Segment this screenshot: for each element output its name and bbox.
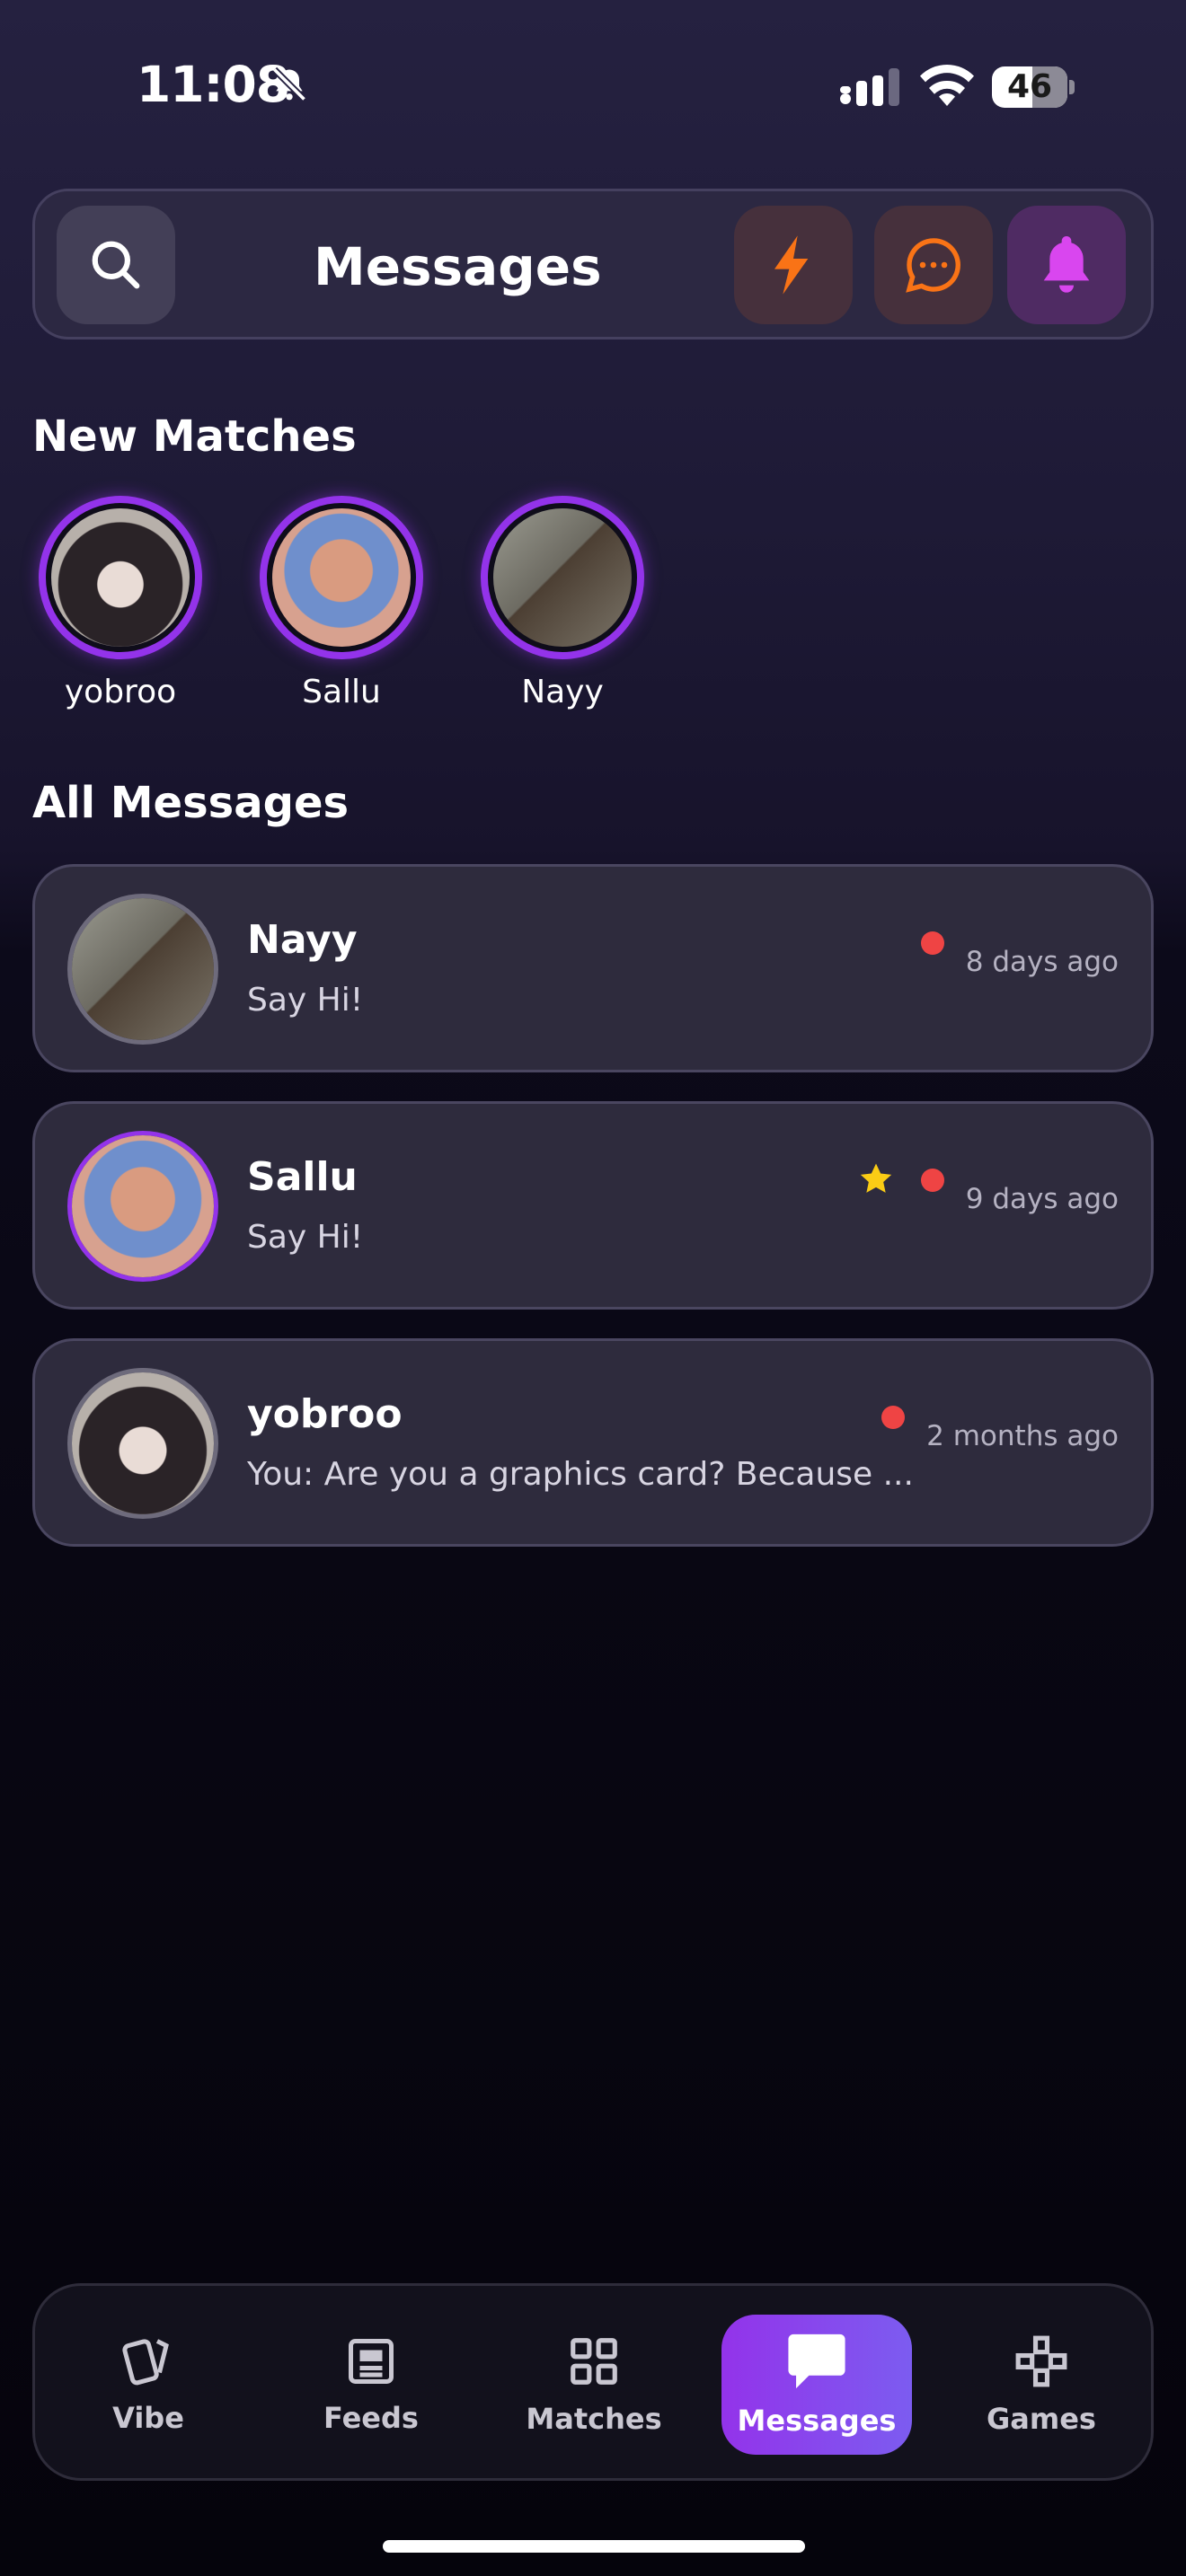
nav-label: Games (987, 2402, 1096, 2436)
message-time: 9 days ago (965, 1183, 1119, 1215)
boost-button[interactable] (734, 206, 853, 324)
unread-dot (881, 1406, 905, 1429)
feed-icon (349, 2339, 394, 2384)
match-name: Nayy (521, 674, 604, 710)
bell-off-icon (271, 66, 307, 102)
message-preview: Say Hi! (247, 982, 364, 1019)
status-time: 11:08 (137, 56, 290, 113)
nav-item-matches[interactable]: Matches (504, 2286, 684, 2483)
bottom-nav: Vibe Feeds Matches Messages Games (32, 2283, 1154, 2481)
battery-indicator: 46 (992, 66, 1075, 108)
nav-label: Feeds (323, 2401, 419, 2435)
conversation-name: Sallu (247, 1154, 358, 1200)
unread-dot (921, 931, 944, 955)
match-name: yobroo (64, 674, 177, 710)
page-title: Messages (314, 236, 602, 297)
conversation-name: yobroo (247, 1391, 403, 1437)
header-bar: Messages (32, 189, 1154, 340)
match-name: Sallu (302, 674, 381, 710)
chat-requests-button[interactable] (874, 206, 993, 324)
signal-icon (840, 68, 899, 106)
notifications-button[interactable] (1007, 206, 1126, 324)
search-button[interactable] (57, 206, 175, 324)
avatar (481, 496, 644, 659)
message-time: 8 days ago (965, 946, 1119, 978)
nav-label: Vibe (112, 2401, 184, 2435)
match-item-yobroo[interactable]: yobroo (31, 496, 210, 710)
nav-item-messages[interactable]: Messages (721, 2315, 912, 2455)
wifi-icon (920, 65, 974, 106)
all-messages-title: All Messages (32, 778, 350, 828)
search-icon (92, 241, 140, 289)
bolt-icon (774, 235, 809, 295)
unread-dot (921, 1169, 944, 1192)
match-item-nayy[interactable]: Nayy (473, 496, 652, 710)
star-icon (860, 1163, 892, 1193)
message-preview: Say Hi! (247, 1219, 364, 1256)
conversation-item-yobroo[interactable]: yobroo You: Are you a graphics card? Bec… (32, 1338, 1154, 1547)
nav-item-feeds[interactable]: Feeds (281, 2286, 461, 2483)
battery-level: 46 (1006, 68, 1053, 105)
home-indicator (383, 2540, 805, 2553)
bell-icon (1043, 236, 1090, 293)
nav-label: Messages (737, 2404, 897, 2438)
chat-icon (788, 2333, 845, 2389)
conversation-item-sallu[interactable]: Sallu Say Hi! 9 days ago (32, 1101, 1154, 1310)
avatar (39, 496, 202, 659)
gamepad-icon (1015, 2335, 1067, 2387)
avatar (67, 894, 218, 1045)
chat-bubble-icon (906, 238, 960, 293)
avatar (260, 496, 423, 659)
message-time: 2 months ago (926, 1420, 1119, 1452)
new-matches-title: New Matches (32, 411, 357, 462)
avatar (67, 1131, 218, 1282)
avatar (67, 1368, 218, 1519)
nav-item-games[interactable]: Games (951, 2286, 1131, 2483)
nav-item-vibe[interactable]: Vibe (58, 2286, 238, 2483)
conversation-name: Nayy (247, 917, 358, 963)
conversation-item-nayy[interactable]: Nayy Say Hi! 8 days ago (32, 864, 1154, 1072)
message-preview: You: Are you a graphics card? Because ..… (247, 1456, 914, 1493)
grid-icon (571, 2338, 617, 2385)
match-item-sallu[interactable]: Sallu (252, 496, 431, 710)
cards-icon (122, 2339, 169, 2386)
nav-label: Matches (526, 2402, 662, 2436)
